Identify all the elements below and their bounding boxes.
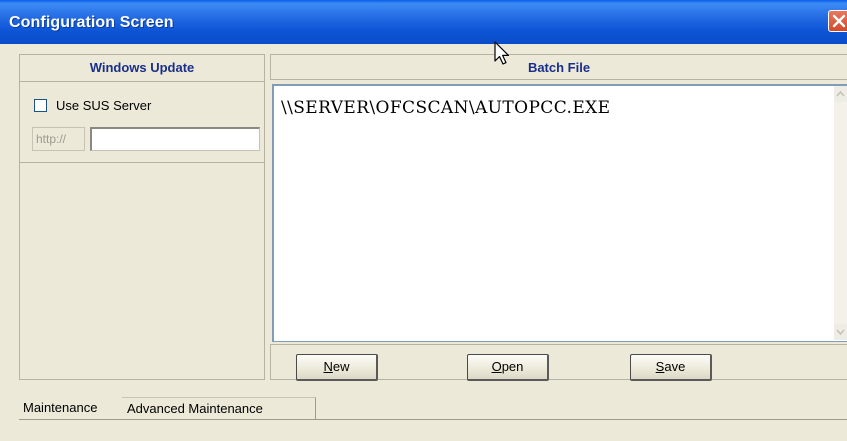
divider xyxy=(20,162,264,163)
close-button[interactable] xyxy=(828,10,847,32)
chevron-up-icon xyxy=(836,90,845,97)
new-button[interactable]: New xyxy=(296,354,378,381)
scroll-up-button[interactable] xyxy=(834,86,847,102)
batch-file-header: Batch File xyxy=(270,54,847,80)
use-sus-label[interactable]: Use SUS Server xyxy=(56,98,151,113)
tab-advanced-maintenance[interactable]: Advanced Maintenance xyxy=(122,397,316,420)
status-area xyxy=(0,420,847,441)
open-button[interactable]: Open xyxy=(467,354,549,381)
batch-file-editor[interactable]: \\SERVER\OFCSCAN\AUTOPCC.EXE xyxy=(272,84,847,342)
mouse-cursor-icon xyxy=(494,41,510,65)
use-sus-checkbox[interactable] xyxy=(34,99,47,112)
windows-update-panel: Windows Update Use SUS Server http:// xyxy=(19,54,265,380)
tab-maintenance[interactable]: Maintenance xyxy=(19,397,121,420)
windows-update-header: Windows Update xyxy=(20,55,264,82)
title-bar[interactable]: Configuration Screen xyxy=(0,0,847,44)
close-icon xyxy=(832,14,846,28)
chevron-down-icon xyxy=(836,329,845,336)
window-title: Configuration Screen xyxy=(9,14,174,31)
scroll-down-button[interactable] xyxy=(834,324,847,340)
url-prefix-label: http:// xyxy=(32,127,85,151)
save-button[interactable]: Save xyxy=(630,354,712,381)
batch-file-text[interactable]: \\SERVER\OFCSCAN\AUTOPCC.EXE xyxy=(281,98,610,118)
sus-url-input[interactable] xyxy=(90,127,260,151)
editor-scrollbar[interactable] xyxy=(834,86,847,340)
